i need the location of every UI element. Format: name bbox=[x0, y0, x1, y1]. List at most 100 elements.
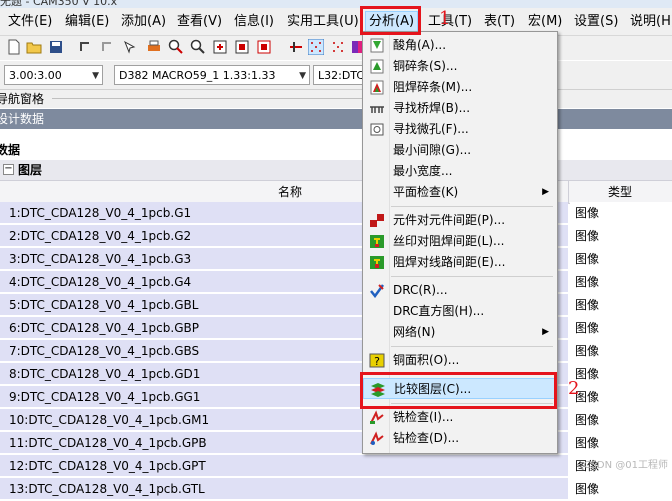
layer-type: 图像 bbox=[570, 340, 672, 361]
table-row[interactable]: 5:DTC_CDA128_V0_4_1pcb.GBL 图像 bbox=[0, 294, 672, 317]
table-row[interactable]: 3:DTC_CDA128_V0_4_1pcb.G3 图像 bbox=[0, 248, 672, 271]
zoom-out-icon[interactable] bbox=[190, 39, 206, 55]
layer-table: 1:DTC_CDA128_V0_4_1pcb.G1 图像 2:DTC_CDA128… bbox=[0, 202, 672, 501]
menu-item-copper-area[interactable]: ? 铜面积(O)... bbox=[363, 350, 555, 371]
zoom-all-icon[interactable] bbox=[234, 39, 250, 55]
menu-item-drc[interactable]: DRC(R)... bbox=[363, 280, 555, 301]
menu-item-label: 铜面积(O)... bbox=[393, 353, 460, 367]
print-icon[interactable] bbox=[146, 39, 162, 55]
table-row[interactable]: 4:DTC_CDA128_V0_4_1pcb.G4 图像 bbox=[0, 271, 672, 294]
menu-item-copper-slivers[interactable]: 铜碎条(S)... bbox=[363, 56, 555, 77]
table-row[interactable]: 13:DTC_CDA128_V0_4_1pcb.GTL 图像 bbox=[0, 478, 672, 501]
redraw-icon[interactable] bbox=[256, 39, 272, 55]
main-toolbar bbox=[0, 36, 672, 60]
menu-item-min-width[interactable]: 最小宽度... bbox=[363, 161, 555, 182]
menu-item-label: 最小间隙(G)... bbox=[393, 143, 472, 157]
annotation-box-analysis-menu bbox=[360, 6, 421, 35]
annotation-box-compare-layers bbox=[360, 372, 557, 409]
menu-add[interactable]: 添加(A) bbox=[121, 12, 166, 32]
solder-bridge-icon bbox=[370, 106, 384, 113]
menu-item-mask-slivers[interactable]: 阻焊碎条(M)... bbox=[363, 77, 555, 98]
table-row[interactable]: 6:DTC_CDA128_V0_4_1pcb.GBP 图像 bbox=[0, 317, 672, 340]
layer-type: 图像 bbox=[570, 202, 672, 223]
grid-dots-icon[interactable] bbox=[308, 39, 324, 55]
acid-trap-icon bbox=[370, 38, 384, 53]
redo-icon[interactable] bbox=[98, 39, 114, 55]
menu-macro[interactable]: 宏(M) bbox=[528, 12, 562, 32]
data-section-title: 数据 bbox=[0, 143, 21, 157]
grid-toggle-icon[interactable] bbox=[330, 39, 346, 55]
menu-item-nets[interactable]: 网络(N) ▶ bbox=[363, 322, 555, 343]
layer-name: 13:DTC_CDA128_V0_4_1pcb.GTL bbox=[0, 478, 568, 499]
table-header: 名称 类型 bbox=[0, 180, 672, 204]
annotation-number-1: 1 bbox=[439, 8, 451, 29]
undo-icon[interactable] bbox=[78, 39, 94, 55]
menu-edit[interactable]: 编辑(E) bbox=[65, 12, 109, 32]
select-icon[interactable] bbox=[122, 39, 138, 55]
menu-item-label: 酸角(A)... bbox=[393, 38, 447, 52]
menu-item-component-spacing[interactable]: 元件对元件间距(P)... bbox=[363, 210, 555, 231]
grid-select-value: 3.00:3.00 bbox=[9, 69, 62, 82]
menu-item-acid-traps[interactable]: 酸角(A)... bbox=[363, 35, 555, 56]
table-row[interactable]: 11:DTC_CDA128_V0_4_1pcb.GPB 图像 bbox=[0, 432, 672, 455]
mill-check-icon bbox=[370, 410, 384, 424]
layers-group[interactable]: − 图层 bbox=[0, 160, 672, 180]
window-title: 无题 - CAM350 V 10.x bbox=[0, 0, 118, 8]
menu-bar: 文件(E) 编辑(E) 添加(A) 查看(V) 信息(I) 实用工具(U) 分析… bbox=[0, 8, 672, 36]
table-row[interactable]: 2:DTC_CDA128_V0_4_1pcb.G2 图像 bbox=[0, 225, 672, 248]
watermark: CSDN @01工程师 bbox=[583, 460, 668, 471]
table-row[interactable]: 12:DTC_CDA128_V0_4_1pcb.GPT 图像 bbox=[0, 455, 672, 478]
menu-item-find-bridges[interactable]: 寻找桥焊(B)... bbox=[363, 98, 555, 119]
annotation-number-2: 2 bbox=[568, 378, 580, 399]
menu-settings[interactable]: 设置(S) bbox=[574, 12, 618, 32]
zoom-window-icon[interactable] bbox=[212, 39, 228, 55]
new-file-icon[interactable] bbox=[6, 39, 22, 55]
silk-mask-icon bbox=[370, 235, 384, 248]
mask-sliver-icon bbox=[370, 80, 384, 95]
pinhole-icon bbox=[370, 123, 384, 136]
menu-item-label: 钻检查(D)... bbox=[393, 431, 460, 445]
zoom-in-icon[interactable] bbox=[168, 39, 184, 55]
layer-type: 图像 bbox=[570, 363, 672, 384]
menu-tables[interactable]: 表(T) bbox=[484, 12, 515, 32]
save-icon[interactable] bbox=[48, 39, 64, 55]
menu-item-min-gap[interactable]: 最小间隙(G)... bbox=[363, 140, 555, 161]
layers-group-label: 图层 bbox=[18, 163, 43, 177]
menu-item-find-pinholes[interactable]: 寻找微孔(F)... bbox=[363, 119, 555, 140]
menu-utilities[interactable]: 实用工具(U) bbox=[287, 12, 359, 32]
open-folder-icon[interactable] bbox=[26, 39, 42, 55]
menu-item-label: 阻焊对线路间距(E)... bbox=[393, 255, 506, 269]
menu-item-drc-histogram[interactable]: DRC直方图(H)... bbox=[363, 301, 555, 322]
menu-item-plane-check[interactable]: 平面检查(K) ▶ bbox=[363, 182, 555, 203]
layer-type: 图像 bbox=[570, 225, 672, 246]
menu-item-mill-check[interactable]: 铣检查(I)... bbox=[363, 407, 555, 428]
layer-type: 图像 bbox=[570, 409, 672, 430]
menu-item-mask-to-trace[interactable]: 阻焊对线路间距(E)... bbox=[363, 252, 555, 273]
table-row[interactable]: 10:DTC_CDA128_V0_4_1pcb.GM1 图像 bbox=[0, 409, 672, 432]
grid-select[interactable]: 3.00:3.00 ▼ bbox=[4, 65, 103, 85]
nav-pane-title: 导航窗格 bbox=[0, 92, 45, 106]
menu-help[interactable]: 说明(H) bbox=[630, 12, 672, 32]
submenu-arrow-icon: ▶ bbox=[542, 187, 549, 197]
menu-file[interactable]: 文件(E) bbox=[8, 12, 52, 32]
dcode-select[interactable]: D382 MACRO59_1 1.33:1.33 ▼ bbox=[114, 65, 310, 85]
chevron-down-icon: ▼ bbox=[92, 71, 99, 81]
drill-check-icon bbox=[370, 431, 384, 445]
menu-info[interactable]: 信息(I) bbox=[234, 12, 274, 32]
mask-trace-icon bbox=[370, 256, 384, 269]
column-name-header[interactable]: 名称 bbox=[278, 181, 302, 203]
menu-item-label: 网络(N) bbox=[393, 325, 436, 339]
menu-item-label: 寻找微孔(F)... bbox=[393, 122, 469, 136]
table-row[interactable]: 7:DTC_CDA128_V0_4_1pcb.GBS 图像 bbox=[0, 340, 672, 363]
snap-icon[interactable] bbox=[288, 39, 304, 55]
layer-type: 图像 bbox=[570, 386, 672, 407]
menu-view[interactable]: 查看(V) bbox=[177, 12, 222, 32]
collapse-icon[interactable]: − bbox=[3, 164, 14, 175]
table-row[interactable]: 1:DTC_CDA128_V0_4_1pcb.G1 图像 bbox=[0, 202, 672, 225]
design-data-title: 设计数据 bbox=[0, 112, 45, 126]
combo-toolbar: 3.00:3.00 ▼ D382 MACRO59_1 1.33:1.33 ▼ L… bbox=[0, 61, 672, 90]
menu-item-drill-check[interactable]: 钻检查(D)... bbox=[363, 428, 555, 449]
menu-item-silk-to-mask[interactable]: 丝印对阻焊间距(L)... bbox=[363, 231, 555, 252]
layer-type: 图像 bbox=[570, 478, 672, 499]
column-type-header[interactable]: 类型 bbox=[608, 181, 632, 203]
